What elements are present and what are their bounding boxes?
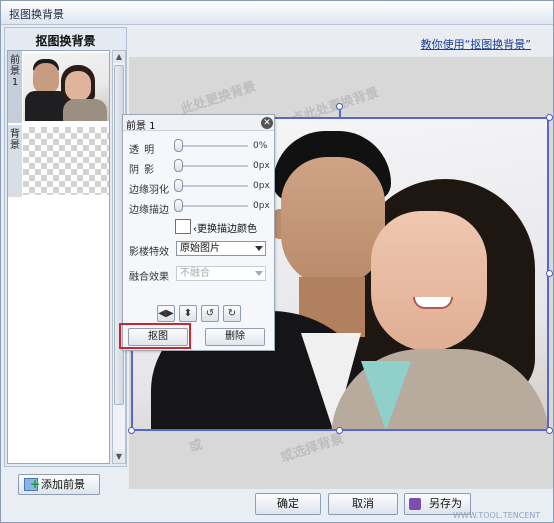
blend-label: 融合效果: [129, 272, 169, 283]
canvas-toolbar: 教你使用“抠图换背景”: [129, 27, 553, 57]
stroke-value: 0px: [253, 201, 270, 211]
layer-list[interactable]: 前景1 背景: [7, 50, 110, 464]
scroll-down-icon[interactable]: ▼: [113, 451, 125, 463]
add-foreground-label: 添加前景: [41, 478, 85, 491]
flip-vertical-icon[interactable]: ⬍: [179, 305, 197, 322]
layer-item-background[interactable]: 背景: [8, 125, 109, 197]
feather-row: 边缘羽化 0px: [123, 179, 274, 196]
change-stroke-color-label: 更换描边颜色: [197, 224, 257, 235]
effect-label: 影楼特效: [129, 247, 169, 258]
confirm-button[interactable]: 确定: [255, 493, 321, 515]
opacity-label: 透 明: [129, 145, 156, 156]
close-icon[interactable]: ✕: [261, 117, 273, 129]
cutout-highlight-box: [119, 323, 191, 349]
layer-panel: 抠图换背景 前景1 背景 ▲ ▼: [4, 27, 127, 467]
change-stroke-color-link[interactable]: ‹更换描边颜色: [193, 220, 257, 235]
delete-button[interactable]: 删除: [205, 328, 265, 346]
opacity-row: 透 明 0%: [123, 139, 274, 156]
resize-handle-bottom-left[interactable]: [128, 427, 135, 434]
corner-watermark: WWW.TOOL.TENCENT: [453, 511, 541, 520]
feather-slider[interactable]: [174, 179, 183, 192]
slider-track[interactable]: [182, 165, 248, 167]
save-as-label: 另存为: [429, 497, 462, 510]
add-image-icon: [24, 475, 40, 494]
effect-selected: 原始图片: [180, 243, 220, 254]
layer-thumbnail-transparent: [23, 127, 109, 195]
panel-heading: 抠图换背景: [35, 34, 96, 48]
cancel-button[interactable]: 取消: [328, 493, 398, 515]
resize-handle-right[interactable]: [546, 270, 553, 277]
layer-tag: 背景: [8, 125, 22, 197]
window-title: 抠图换背景: [9, 8, 64, 21]
chevron-down-icon: [255, 246, 263, 251]
chevron-down-icon: [255, 271, 263, 276]
add-foreground-button[interactable]: 添加前景: [18, 474, 100, 495]
rotate-left-icon[interactable]: ↺: [201, 305, 219, 322]
scroll-up-icon[interactable]: ▲: [113, 51, 125, 63]
shadow-label: 阴 影: [129, 165, 156, 176]
layer-item-foreground[interactable]: 前景1: [8, 51, 109, 123]
shadow-value: 0px: [253, 161, 270, 171]
titlebar: 抠图换背景: [1, 1, 553, 25]
resize-handle-bottom-right[interactable]: [546, 427, 553, 434]
layer-properties-panel: 前景 1 ✕ 透 明 0% 阴 影 0px 边缘羽化 0px 边缘描边 0px: [122, 114, 275, 351]
background-watermark: 或: [187, 437, 205, 456]
save-icon: [409, 498, 421, 510]
rotate-stem: [339, 109, 341, 119]
dialog-window: 抠图换背景 抠图换背景 前景1 背景 ▲ ▼ 添加前景: [0, 0, 554, 523]
slider-track[interactable]: [182, 145, 248, 147]
panel-title: 前景 1: [126, 121, 156, 132]
feather-value: 0px: [253, 181, 270, 191]
slider-track[interactable]: [182, 205, 248, 207]
opacity-value: 0%: [253, 141, 268, 151]
opacity-slider[interactable]: [174, 139, 183, 152]
stroke-row: 边缘描边 0px: [123, 199, 274, 216]
blend-select: 不融合: [176, 266, 266, 281]
resize-handle-top-right[interactable]: [546, 114, 553, 121]
background-watermark: 此处更换背景: [179, 79, 259, 118]
help-link[interactable]: 教你使用“抠图换背景”: [421, 36, 531, 52]
shadow-row: 阴 影 0px: [123, 159, 274, 176]
panel-header: 前景 1 ✕: [123, 115, 274, 132]
layer-thumbnail-photo: [23, 53, 109, 121]
blend-selected: 不融合: [180, 268, 210, 279]
rotate-right-icon[interactable]: ↻: [223, 305, 241, 322]
background-watermark: 或选择背景: [278, 431, 346, 466]
stroke-label: 边缘描边: [129, 205, 169, 216]
layer-tag: 前景1: [8, 51, 22, 123]
stroke-color-swatch[interactable]: [175, 219, 191, 234]
effect-select[interactable]: 原始图片: [176, 241, 266, 256]
rotate-handle[interactable]: [336, 103, 343, 110]
resize-handle-bottom[interactable]: [336, 427, 343, 434]
shadow-slider[interactable]: [174, 159, 183, 172]
feather-label: 边缘羽化: [129, 185, 169, 196]
slider-track[interactable]: [182, 185, 248, 187]
stroke-slider[interactable]: [174, 199, 183, 212]
flip-horizontal-icon[interactable]: ◀▶: [157, 305, 175, 322]
